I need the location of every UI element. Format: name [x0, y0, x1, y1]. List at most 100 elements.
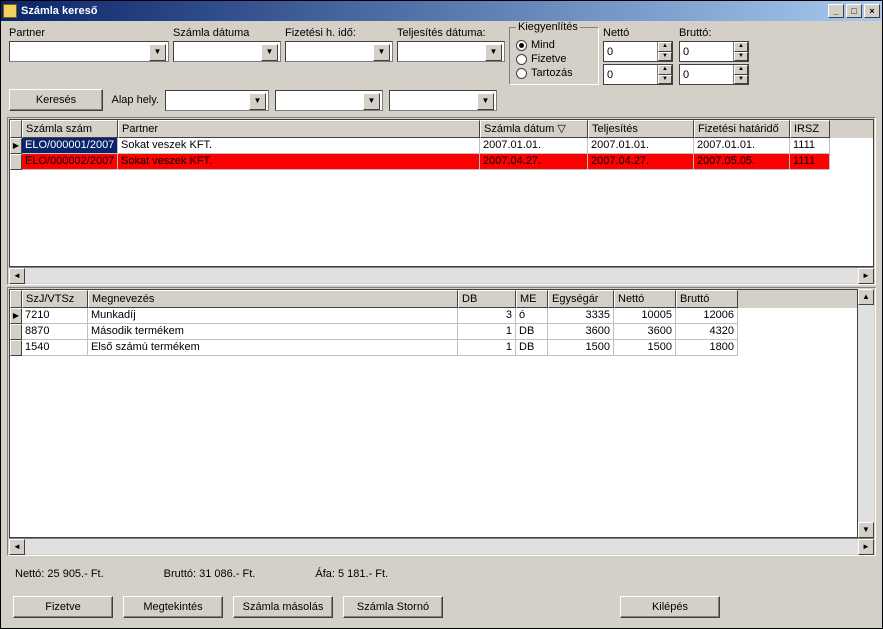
scroll-track[interactable] [858, 305, 874, 522]
cell-irsz: 1111 [790, 138, 830, 154]
brutto-spinner[interactable]: 0▲▼ [679, 41, 749, 62]
scroll-left-icon[interactable]: ◄ [9, 539, 25, 555]
filter-row2: Keresés Alap hely. [3, 89, 880, 115]
kiegyenlites-legend: Kiegyenlítés [516, 21, 580, 33]
col-irsz[interactable]: IRSZ [790, 120, 830, 138]
table-row[interactable]: ▶ELO/000001/2007Sokat veszek KFT.2007.01… [10, 138, 873, 154]
col-db[interactable]: DB [458, 290, 516, 308]
cell-netto: 3600 [614, 324, 676, 340]
radio-tartozas-label: Tartozás [531, 67, 573, 79]
extra-combo2[interactable] [389, 90, 497, 111]
bottom-buttons: Fizetve Megtekintés Számla másolás Száml… [3, 592, 880, 626]
alap-hely-combo[interactable] [165, 90, 269, 111]
scroll-left-icon[interactable]: ◄ [9, 268, 25, 284]
col-szamla-szam[interactable]: Számla szám [22, 120, 118, 138]
netto-spinner2[interactable]: 0▲▼ [603, 64, 673, 85]
main-window: Számla kereső _ □ × Partner Számla dátum… [0, 0, 883, 629]
fizetve-button[interactable]: Fizetve [13, 596, 113, 618]
row-header-corner [10, 120, 22, 138]
col-megnevezes[interactable]: Megnevezés [88, 290, 458, 308]
row-indicator: ▶ [10, 138, 22, 154]
col-netto[interactable]: Nettó [614, 290, 676, 308]
cell-partner: Sokat veszek KFT. [118, 138, 480, 154]
partner-combo[interactable] [9, 41, 169, 62]
cell-brutto: 4320 [676, 324, 738, 340]
netto-spinner[interactable]: 0 ▲▼ [603, 41, 673, 62]
col-partner[interactable]: Partner [118, 120, 480, 138]
cell-db: 1 [458, 324, 516, 340]
radio-tartozas[interactable]: Tartozás [516, 66, 592, 80]
col-teljesites[interactable]: Teljesítés [588, 120, 694, 138]
cell-me: DB [516, 324, 548, 340]
kiegyenlites-group: Kiegyenlítés Mind Fizetve Tartozás [509, 27, 599, 85]
col-szamla-datum-label: Számla dátum [484, 123, 554, 135]
table-row[interactable]: ▶7210Munkadíj3ó33351000512006 [10, 308, 857, 324]
scroll-down-icon[interactable]: ▼ [858, 522, 874, 538]
table-row[interactable]: 8870Második termékem1DB360036004320 [10, 324, 857, 340]
col-me[interactable]: ME [516, 290, 548, 308]
cell-hatar: 2007.05.05. [694, 154, 790, 170]
megtekintes-button[interactable]: Megtekintés [123, 596, 223, 618]
szamla-masolas-button[interactable]: Számla másolás [233, 596, 333, 618]
row-indicator [10, 340, 22, 356]
items-grid: SzJ/VTSz Megnevezés DB ME Egységár Nettó… [7, 287, 876, 556]
netto-value: 0 [607, 46, 613, 58]
items-hscroll[interactable]: ◄ ► [9, 538, 874, 554]
brutto-spinner2[interactable]: 0 ▲▼ [679, 64, 749, 85]
cell-db: 3 [458, 308, 516, 324]
total-brutto: Bruttó: 31 086.- Ft. [164, 568, 256, 580]
brutto-label: Bruttó: [679, 27, 751, 39]
col-egysegar[interactable]: Egységár [548, 290, 614, 308]
row-indicator [10, 324, 22, 340]
cell-me: DB [516, 340, 548, 356]
radio-dot-icon [516, 68, 527, 79]
scroll-right-icon[interactable]: ► [858, 268, 874, 284]
radio-fizetve[interactable]: Fizetve [516, 52, 592, 66]
invoices-hscroll[interactable]: ◄ ► [9, 267, 874, 283]
spinner-buttons[interactable]: ▲▼ [733, 42, 748, 61]
cell-szam: ELO/000002/2007 [22, 154, 118, 170]
col-szamla-datum[interactable]: Számla dátum ▽ [480, 120, 588, 138]
row-header-corner [10, 290, 22, 308]
scroll-track[interactable] [25, 268, 858, 283]
fizetesi-hido-combo[interactable] [285, 41, 393, 62]
cell-telj: 2007.04.27. [588, 154, 694, 170]
extra-combo1[interactable] [275, 90, 383, 111]
spinner-buttons[interactable]: ▲▼ [733, 65, 748, 84]
items-vscroll[interactable]: ▲ ▼ [858, 289, 874, 538]
client-area: Partner Számla dátuma Fizetési h. idő: T… [1, 21, 882, 628]
cell-meg: Munkadíj [88, 308, 458, 324]
spinner-buttons[interactable]: ▲▼ [657, 42, 672, 61]
partner-label: Partner [9, 27, 169, 39]
radio-mind[interactable]: Mind [516, 38, 592, 52]
maximize-button[interactable]: □ [846, 4, 862, 18]
scroll-right-icon[interactable]: ► [858, 539, 874, 555]
cell-brutto: 1800 [676, 340, 738, 356]
scroll-track[interactable] [25, 539, 858, 554]
cell-egy: 3335 [548, 308, 614, 324]
invoices-body: ▶ELO/000001/2007Sokat veszek KFT.2007.01… [10, 138, 873, 170]
teljesites-datuma-combo[interactable] [397, 41, 505, 62]
szamla-datuma-combo[interactable] [173, 41, 281, 62]
minimize-button[interactable]: _ [828, 4, 844, 18]
table-row[interactable]: ELO/000002/2007Sokat veszek KFT.2007.04.… [10, 154, 873, 170]
col-brutto[interactable]: Bruttó [676, 290, 738, 308]
col-szjvtsz[interactable]: SzJ/VTSz [22, 290, 88, 308]
close-button[interactable]: × [864, 4, 880, 18]
table-row[interactable]: 1540Első számú termékem1DB150015001800 [10, 340, 857, 356]
scroll-up-icon[interactable]: ▲ [858, 289, 874, 305]
total-netto: Nettó: 25 905.- Ft. [15, 568, 104, 580]
items-header: SzJ/VTSz Megnevezés DB ME Egységár Nettó… [10, 290, 857, 308]
kereses-button[interactable]: Keresés [9, 89, 103, 111]
cell-szj: 8870 [22, 324, 88, 340]
titlebar: Számla kereső _ □ × [1, 1, 882, 21]
spinner-buttons[interactable]: ▲▼ [657, 65, 672, 84]
brutto-value2: 0 [683, 69, 689, 81]
teljesites-datuma-label: Teljesítés dátuma: [397, 27, 505, 39]
col-fiz-hatarido[interactable]: Fizetési határidő [694, 120, 790, 138]
cell-szj: 7210 [22, 308, 88, 324]
kilepes-button[interactable]: Kilépés [620, 596, 720, 618]
szamla-storno-button[interactable]: Számla Stornó [343, 596, 443, 618]
cell-meg: Második termékem [88, 324, 458, 340]
cell-datum: 2007.01.01. [480, 138, 588, 154]
